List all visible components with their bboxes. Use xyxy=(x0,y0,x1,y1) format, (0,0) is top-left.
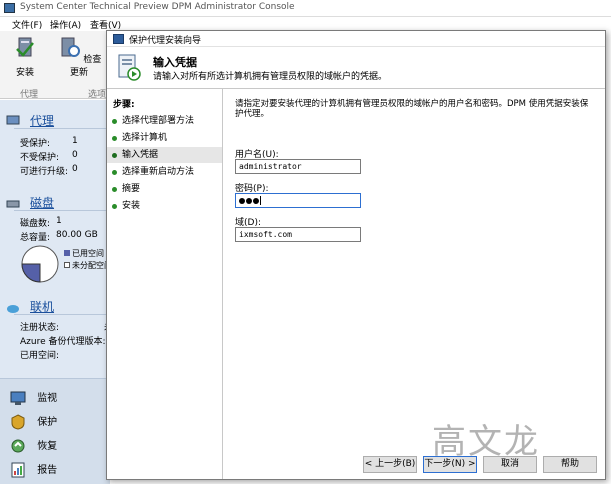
step-label: 摘要 xyxy=(122,184,141,194)
wizard-footer: < 上一步(B) 下一步(N) > 取消 帮助 xyxy=(225,449,605,479)
step-label: 输入凭据 xyxy=(122,150,159,160)
recovery-icon xyxy=(11,439,25,453)
legend-used-label: 已用空间 xyxy=(72,249,104,258)
install-label: 安装 xyxy=(15,68,34,78)
steps-title: 步骤: xyxy=(113,100,135,110)
protection-agent-install-wizard: 保护代理安装向导 输入凭据 请输入对所有所选计算机拥有管理员权限的域帐户的凭据。… xyxy=(106,30,606,480)
step-bullet-icon xyxy=(112,170,117,175)
step-select-restart-method[interactable]: 选择重新启动方法 xyxy=(107,164,222,180)
step-bullet-icon xyxy=(112,136,117,141)
cloud-icon xyxy=(7,305,19,313)
protection-icon xyxy=(11,414,25,430)
disk-count-value: 1 xyxy=(56,216,62,226)
step-bullet-icon xyxy=(112,119,117,124)
nav-monitoring[interactable]: 监视 xyxy=(10,389,57,407)
install-icon xyxy=(16,37,34,57)
step-bullet-icon xyxy=(112,187,117,192)
wizard-app-icon xyxy=(113,34,124,44)
nav-recovery[interactable]: 恢复 xyxy=(10,437,57,455)
step-label: 选择代理部署方法 xyxy=(122,116,195,126)
step-select-computers[interactable]: 选择计算机 xyxy=(107,130,222,146)
agents-protected-label: 受保护: xyxy=(20,139,51,149)
update-icon xyxy=(61,37,80,57)
disk-used-slice xyxy=(21,263,41,283)
help-button[interactable]: 帮助 xyxy=(543,456,597,473)
step-label: 选择计算机 xyxy=(122,133,168,143)
agents-protected-value: 1 xyxy=(72,136,78,146)
nav-protection-label: 保护 xyxy=(37,417,58,428)
wizard-titlebar: 保护代理安装向导 xyxy=(107,31,605,47)
total-capacity-label: 总容量: xyxy=(20,233,51,243)
watermark: 高文龙 xyxy=(432,422,540,462)
legend-used-swatch xyxy=(64,250,70,256)
console-title: System Center Technical Preview DPM Admi… xyxy=(20,2,295,12)
step-enter-credentials[interactable]: 输入凭据 xyxy=(107,147,222,163)
azure-agent-version-label: Azure 备份代理版本: xyxy=(20,337,106,347)
online-link[interactable]: 联机 xyxy=(30,298,54,315)
wizard-steps-pane: 步骤: 选择代理部署方法 选择计算机 输入凭据 选择重新启动方法 摘要 安装 xyxy=(107,89,223,479)
agent-icon xyxy=(6,115,20,125)
nav-reporting[interactable]: 报告 xyxy=(10,461,57,479)
registration-status-label: 注册状态: xyxy=(20,323,60,333)
console-titlebar: System Center Technical Preview DPM Admi… xyxy=(0,0,611,17)
step-select-deployment-method[interactable]: 选择代理部署方法 xyxy=(107,113,222,129)
agents-link[interactable]: 代理 xyxy=(30,112,54,129)
monitoring-icon xyxy=(10,391,26,405)
step-label: 选择重新启动方法 xyxy=(122,167,195,177)
credentials-instructions: 请指定对要安装代理的计算机拥有管理员权限的域帐户的用户名和密码。DPM 使用凭据… xyxy=(235,99,589,119)
used-space-label: 已用空间: xyxy=(20,351,60,361)
app-icon xyxy=(4,3,15,13)
wizard-header: 输入凭据 请输入对所有所选计算机拥有管理员权限的域帐户的凭据。 xyxy=(107,47,605,89)
back-button[interactable]: < 上一步(B) xyxy=(363,456,417,473)
nav-reporting-label: 报告 xyxy=(37,465,58,476)
ribbon: 安装 检查更新 代理 选项 xyxy=(0,31,110,100)
step-bullet-icon xyxy=(112,153,117,158)
wizard-content-pane: 请指定对要安装代理的计算机拥有管理员权限的域帐户的用户名和密码。DPM 使用凭据… xyxy=(225,89,605,449)
step-install[interactable]: 安装 xyxy=(107,198,222,214)
disk-usage-pie xyxy=(21,245,59,283)
disk-icon xyxy=(6,200,20,208)
credentials-icon xyxy=(118,54,141,81)
legend-unallocated-swatch xyxy=(64,262,70,268)
username-field[interactable]: administrator xyxy=(235,159,361,174)
nav-monitoring-label: 监视 xyxy=(37,393,58,404)
step-bullet-icon xyxy=(112,204,117,209)
step-label: 安装 xyxy=(122,201,141,211)
agents-unprotected-value: 0 xyxy=(72,150,78,160)
agents-upgradable-label: 可进行升级: xyxy=(20,167,69,177)
bottom-navigation: 监视 保护 恢复 报告 xyxy=(0,378,110,484)
password-field[interactable] xyxy=(235,193,361,208)
nav-protection[interactable]: 保护 xyxy=(10,413,57,431)
wizard-subheading: 请输入对所有所选计算机拥有管理员权限的域帐户的凭据。 xyxy=(153,72,388,82)
check-update-button[interactable]: 检查更新 xyxy=(54,35,104,78)
agents-upgradable-value: 0 xyxy=(72,164,78,174)
ribbon-group-options: 选项 xyxy=(88,90,107,100)
nav-recovery-label: 恢复 xyxy=(37,441,58,452)
disk-count-label: 磁盘数: xyxy=(20,219,51,229)
step-summary[interactable]: 摘要 xyxy=(107,181,222,197)
wizard-title: 保护代理安装向导 xyxy=(129,36,202,46)
agents-unprotected-label: 不受保护: xyxy=(20,153,60,163)
menu-file[interactable]: 文件(F) xyxy=(12,18,42,31)
install-button[interactable]: 安装 xyxy=(8,35,42,78)
wizard-heading: 输入凭据 xyxy=(153,56,197,69)
domain-field[interactable]: ixmsoft.com xyxy=(235,227,361,242)
reporting-icon xyxy=(11,462,25,478)
ribbon-group-agent: 代理 xyxy=(20,90,39,100)
total-capacity-value: 80.00 GB xyxy=(56,230,98,240)
console-menubar: 文件(F) 操作(A) 查看(V) xyxy=(0,17,611,31)
disks-link[interactable]: 磁盘 xyxy=(30,194,54,211)
menu-action[interactable]: 操作(A) xyxy=(50,18,81,31)
